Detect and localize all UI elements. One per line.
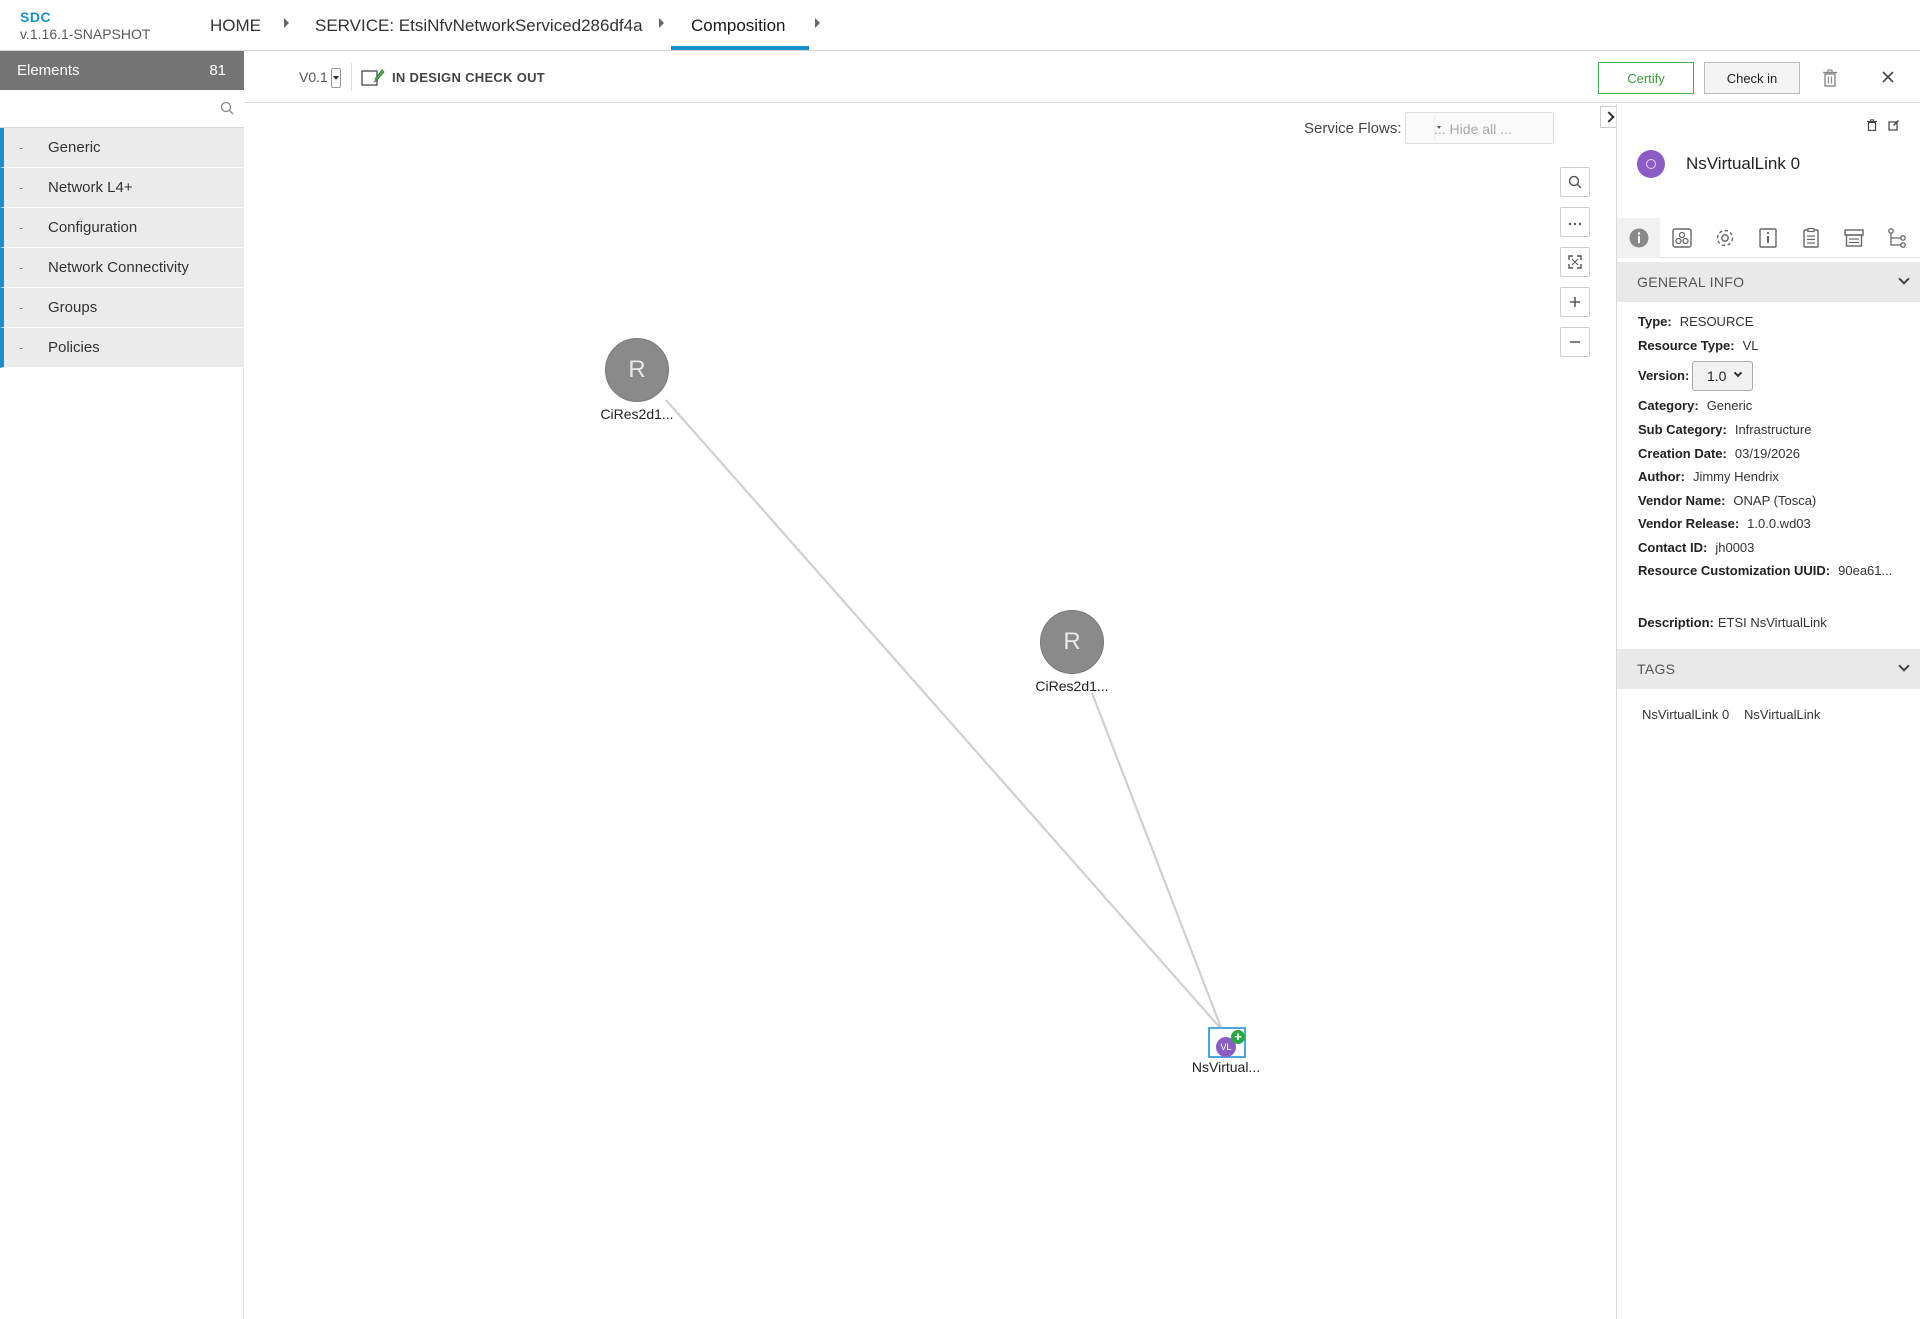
info-label: Author:: [1638, 469, 1685, 484]
info-value: ETSI NsVirtualLink: [1717, 615, 1827, 630]
info-creation-date: Creation Date: 03/19/2026: [1638, 446, 1800, 461]
zoom-out-button[interactable]: [1560, 327, 1590, 357]
node-link[interactable]: [1090, 692, 1224, 1031]
info-type: Type: RESOURCE: [1638, 314, 1753, 329]
gear-icon: [1716, 229, 1734, 247]
node-links-layer: [665, 399, 1224, 1031]
node-label[interactable]: CiRes2d1...: [587, 406, 687, 422]
tags-section-header[interactable]: TAGS: [1617, 649, 1920, 689]
info-label: Resource Customization UUID:: [1638, 563, 1831, 578]
info-customization-uuid: Resource Customization UUID: 90ea61...: [1638, 563, 1892, 578]
tab-general-info[interactable]: [1617, 218, 1660, 258]
info-value: Generic: [1706, 398, 1753, 413]
info-label: Category:: [1638, 398, 1699, 413]
add-connection-icon[interactable]: +: [1231, 1030, 1245, 1044]
chevron-down-icon: [1898, 273, 1910, 285]
section-title: GENERAL INFO: [1637, 274, 1745, 290]
info-value: 90ea61...: [1838, 563, 1893, 578]
tab-properties[interactable]: [1703, 218, 1746, 258]
tab-information[interactable]: [1746, 218, 1789, 258]
info-value: 03/19/2026: [1734, 446, 1800, 461]
panel-tabs: [1617, 218, 1920, 258]
edit-icon[interactable]: [1888, 118, 1900, 136]
info-vendor-name: Vendor Name: ONAP (Tosca): [1638, 493, 1816, 508]
tab-requirements-capabilities[interactable]: [1875, 218, 1918, 258]
info-value: Infrastructure: [1734, 422, 1812, 437]
chevron-down-icon: [1733, 368, 1743, 378]
plus-icon: [1570, 297, 1580, 307]
info-vendor-release: Vendor Release: 1.0.0.wd03: [1638, 516, 1811, 531]
tab-api-artifacts[interactable]: [1789, 218, 1832, 258]
dropdown-caret-icon: [1434, 115, 1443, 141]
info-icon: [1629, 228, 1649, 248]
component-avatar: [1637, 150, 1665, 178]
archive-icon: [1844, 229, 1864, 247]
info-value: VL: [1742, 338, 1759, 353]
info-label: Description:: [1638, 615, 1714, 630]
artifacts-icon: [1672, 228, 1692, 248]
info-label: Creation Date:: [1638, 446, 1727, 461]
service-flows-select[interactable]: ... Hide all ...: [1405, 112, 1554, 144]
chevron-down-icon: [1898, 660, 1910, 672]
ellipsis-icon: [1568, 222, 1582, 226]
checkin-button[interactable]: Check in: [1704, 62, 1800, 94]
more-options-button[interactable]: [1560, 207, 1590, 237]
close-icon[interactable]: [1881, 70, 1895, 89]
collapse-panel-chevron-icon[interactable]: [1600, 106, 1616, 128]
zoom-in-button[interactable]: [1560, 287, 1590, 317]
info-label: Resource Type:: [1638, 338, 1735, 353]
info-label: Version:: [1638, 368, 1690, 383]
info-version: Version:: [1638, 368, 1697, 383]
section-title: TAGS: [1637, 661, 1676, 677]
info-category: Category: Generic: [1638, 398, 1752, 413]
clipboard-icon: [1803, 227, 1819, 248]
info-contact-id: Contact ID: jh0003: [1638, 540, 1754, 555]
fit-to-screen-button[interactable]: [1560, 247, 1590, 277]
info-value: RESOURCE: [1679, 314, 1754, 329]
info-value: Jimmy Hendrix: [1692, 469, 1779, 484]
version-select[interactable]: 1.0: [1692, 361, 1753, 391]
service-flows-label: Service Flows:: [1304, 120, 1402, 137]
resource-node[interactable]: R: [605, 338, 669, 402]
node-label[interactable]: NsVirtual...: [1176, 1059, 1276, 1075]
info-label: Sub Category:: [1638, 422, 1727, 437]
info-subcategory: Sub Category: Infrastructure: [1638, 422, 1811, 437]
resource-node[interactable]: R: [1040, 610, 1104, 674]
tag-item: NsVirtualLink 0: [1642, 707, 1730, 722]
delete-icon[interactable]: [1822, 69, 1838, 92]
version-select-value: 1.0: [1707, 368, 1727, 384]
virtual-link-node-selected[interactable]: VL +: [1208, 1027, 1246, 1058]
info-value: ONAP (Tosca): [1733, 493, 1817, 508]
tab-composition[interactable]: [1832, 218, 1875, 258]
relations-icon: [1888, 228, 1906, 248]
info-label: Vendor Release:: [1638, 516, 1740, 531]
tag-item: NsVirtualLink: [1744, 707, 1821, 722]
service-flows-value: ... Hide all ...: [1434, 121, 1512, 137]
component-name: NsVirtualLink 0: [1686, 154, 1801, 173]
node-link[interactable]: [665, 399, 1223, 1031]
node-label[interactable]: CiRes2d1...: [1022, 678, 1122, 694]
info-value: jh0003: [1715, 540, 1755, 555]
delete-small-icon[interactable]: [1866, 118, 1878, 136]
info-description: Description: ETSI NsVirtualLink: [1638, 615, 1827, 630]
info-resource-type: Resource Type: VL: [1638, 338, 1758, 353]
general-info-section-header[interactable]: GENERAL INFO: [1617, 262, 1920, 302]
info-author: Author: Jimmy Hendrix: [1638, 469, 1779, 484]
info-label: Vendor Name:: [1638, 493, 1726, 508]
minus-icon: [1570, 341, 1580, 343]
info-label: Contact ID:: [1638, 540, 1708, 555]
information-icon: [1759, 228, 1777, 248]
expand-icon: [1568, 255, 1582, 269]
info-label: Type:: [1638, 314, 1672, 329]
search-icon: [1568, 175, 1582, 189]
tab-deployment-artifacts[interactable]: [1660, 218, 1703, 258]
search-canvas-button[interactable]: [1560, 167, 1590, 197]
info-value: 1.0.0.wd03: [1747, 516, 1811, 531]
